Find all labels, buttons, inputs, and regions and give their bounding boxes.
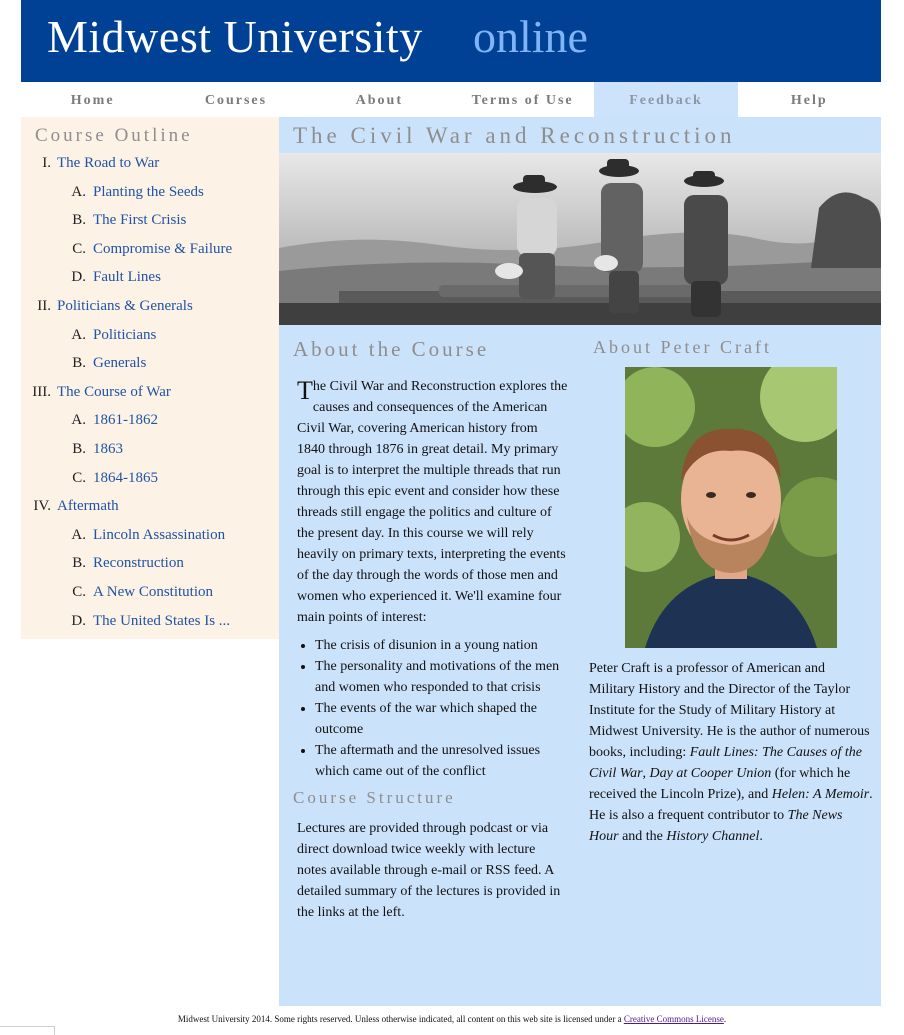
interest-list: The crisis of disunion in a young nation… (293, 635, 568, 782)
outline-item: C. Compromise & Failure (21, 241, 279, 270)
bio-text-4: and the (618, 829, 667, 844)
outline-item: III. The Course of War (21, 384, 279, 413)
outline-number: III. (32, 383, 51, 400)
show-title-2: History Channel (666, 829, 760, 844)
outline-number: B. (72, 355, 86, 372)
outline-item: B. Reconstruction (21, 555, 279, 584)
outline-link[interactable]: 1863 (93, 441, 123, 458)
outline-number: A. (71, 526, 86, 543)
drop-cap: T (297, 376, 313, 405)
sidebar-heading: Course Outline (35, 125, 193, 146)
outline-number: C. (72, 583, 86, 600)
outline-link[interactable]: The Road to War (57, 155, 159, 172)
outline-number: C. (72, 469, 86, 486)
outline-number: B. (72, 555, 86, 572)
nav-item-home[interactable]: Home (21, 82, 164, 117)
outline-item: B. The First Crisis (21, 212, 279, 241)
outline-number: I. (42, 155, 51, 171)
nav-item-feedback[interactable]: Feedback (594, 82, 738, 117)
course-structure-section: Course Structure Lectures are provided t… (293, 788, 568, 923)
outline-link[interactable]: Aftermath (57, 498, 119, 515)
civil-war-soldiers-image (279, 153, 881, 325)
instructor-portrait (610, 352, 860, 648)
outline-item: D. The United States Is ... (21, 613, 279, 642)
interest-item: The aftermath and the unresolved issues … (315, 740, 568, 782)
outline-link[interactable]: Lincoln Assassination (93, 527, 225, 544)
footer-end: . (723, 1014, 727, 1024)
site-subtitle: online (473, 11, 588, 62)
outline-number: B. (72, 440, 86, 457)
outline-item: B. Generals (21, 355, 279, 384)
outline-number: IV. (33, 498, 51, 515)
nav-item-courses[interactable]: Courses (164, 82, 307, 117)
outline-item: D. Fault Lines (21, 269, 279, 298)
outline-link[interactable]: 1861-1862 (93, 412, 158, 429)
outline-link[interactable]: A New Constitution (93, 584, 213, 601)
outline-item: C. A New Constitution (21, 584, 279, 613)
interest-item: The personality and motivations of the m… (315, 656, 568, 698)
intro-text: he Civil War and Reconstruction explores… (297, 379, 568, 625)
nav-item-help[interactable]: Help (738, 82, 881, 117)
page-title: The Civil War and Reconstruction (293, 123, 736, 148)
outline-link[interactable]: Compromise & Failure (93, 241, 232, 258)
outline-item: C. 1864-1865 (21, 470, 279, 499)
license-link[interactable]: Creative Commons License (624, 1014, 724, 1024)
civil-war-photo (279, 153, 881, 325)
interest-item: The events of the war which shaped the o… (315, 698, 568, 740)
outline-item: A. 1861-1862 (21, 412, 279, 441)
about-course-column: About the Course The Civil War and Recon… (293, 337, 568, 923)
main-content: The Civil War and Reconstruction About t… (279, 117, 881, 1006)
outline-item: I. The Road to War (21, 155, 279, 184)
interest-item: The crisis of disunion in a young nation (315, 635, 568, 656)
outline-number: D. (71, 612, 86, 629)
site-banner: Midwest University online (21, 0, 881, 82)
outline-item: II. Politicians & Generals (21, 298, 279, 327)
outline-number: A. (71, 183, 86, 200)
outline-link[interactable]: Generals (93, 355, 146, 372)
bio-separator: , (642, 766, 650, 781)
course-outline-sidebar: Course Outline I. The Road to War A. Planti… (21, 117, 279, 639)
outline-link[interactable]: Reconstruction (93, 555, 184, 572)
nav-item-terms-of-use[interactable]: Terms of Use (451, 82, 594, 117)
outline-link[interactable]: The Course of War (57, 384, 171, 401)
outline-number: A. (71, 412, 86, 429)
footer: Midwest University 2014. Some rights res… (0, 1014, 904, 1024)
bio-text-5: . (759, 829, 763, 844)
outline-number: II. (37, 297, 51, 314)
outline-link[interactable]: Planting the Seeds (93, 184, 204, 201)
outline-item: IV. Aftermath (21, 498, 279, 527)
about-course-heading: About the Course (293, 337, 490, 361)
outline-link[interactable]: Politicians & Generals (57, 298, 193, 315)
instructor-photo (610, 352, 860, 648)
outline-link[interactable]: The First Crisis (93, 212, 186, 229)
about-instructor-heading: About Peter Craft (593, 337, 772, 357)
about-instructor-column: About Peter Craft Peter Craft is a profe… (589, 337, 874, 847)
instructor-bio: Peter Craft is a professor of American a… (589, 658, 874, 847)
outline-link[interactable]: Fault Lines (93, 269, 161, 286)
outline-link[interactable]: 1864-1865 (93, 470, 158, 487)
book-title-2: Day at Cooper Union (649, 766, 772, 781)
outline-item: B. 1863 (21, 441, 279, 470)
course-intro: The Civil War and Reconstruction explore… (297, 376, 568, 628)
footer-text: Midwest University 2014. Some rights res… (177, 1014, 624, 1024)
site-title: Midwest University (47, 11, 423, 62)
course-structure-heading: Course Structure (293, 788, 456, 807)
book-title-3: Helen: A Memoir (771, 787, 870, 802)
outline-list: I. The Road to War A. Planting the Seeds B. T… (21, 155, 279, 641)
nav-item-about[interactable]: About (308, 82, 451, 117)
outline-item: A. Lincoln Assassination (21, 527, 279, 556)
outline-link[interactable]: Politicians (93, 327, 156, 344)
outline-item: A. Planting the Seeds (21, 184, 279, 213)
outline-item: A. Politicians (21, 327, 279, 356)
outline-number: B. (72, 212, 86, 229)
outline-number: A. (71, 326, 86, 343)
main-nav: Home Courses About Terms of Use Feedback Help (21, 82, 881, 117)
outline-link[interactable]: The United States Is ... (93, 613, 230, 630)
outline-number: D. (71, 269, 86, 286)
course-structure-text: Lectures are provided through podcast or… (297, 821, 561, 920)
outline-number: C. (72, 240, 86, 257)
